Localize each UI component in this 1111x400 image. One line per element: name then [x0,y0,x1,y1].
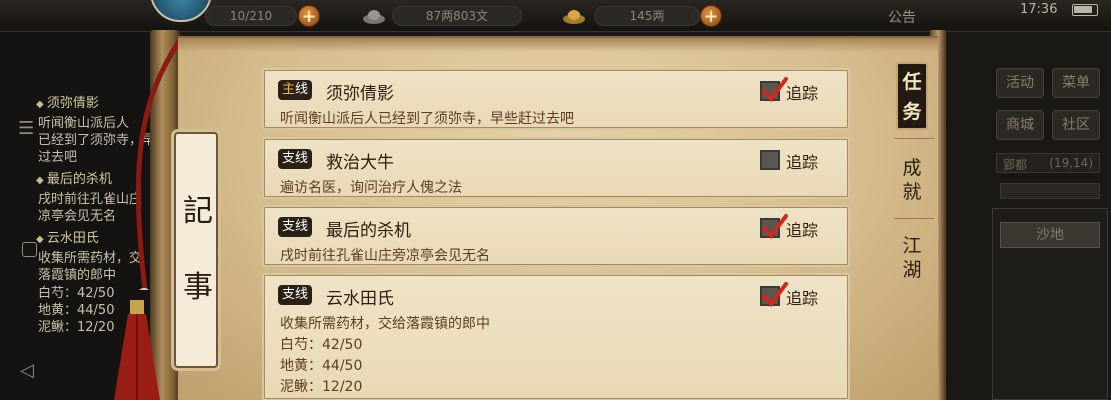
tassel-decoration [114,300,160,400]
badge-suffix: 线 [295,151,309,166]
quest-description: 收集所需药材，交给落霞镇的郎中 [280,316,490,332]
gold-ingot-icon [563,10,585,24]
shop-button[interactable]: 商城 [996,110,1044,140]
terrain-button[interactable]: 沙地 [1000,222,1100,248]
quest-description: 听闻衡山派后人已经到了须弥寺，早些赶过去吧 [280,111,574,127]
tab-divider [894,138,934,139]
home-nav-icon[interactable] [22,242,37,257]
silver-value: 145两 [629,9,665,23]
quest-item[interactable]: 支线 最后的杀机 戌时前往孔雀山庄旁凉亭会见无名 追踪 [262,205,850,267]
silver-counter: 145两 [594,6,700,26]
activity-button[interactable]: 活动 [996,68,1044,98]
tab-quests[interactable]: 任 务 [896,62,928,130]
badge-type: 支 [282,287,296,302]
menu-button[interactable]: 菜单 [1052,68,1100,98]
battery-icon [1072,4,1098,16]
tracker-line: 白芍：42/50 [38,286,115,301]
quest-item[interactable]: 支线 救治大牛 遍访名医，询问治疗人傀之法 追踪 [262,137,850,199]
tracker-line: 凉亭会见无名 [38,209,117,224]
badge-type: 支 [282,219,296,234]
side-quest-badge: 支线 [278,217,313,237]
badge-suffix: 线 [295,287,309,302]
track-toggle[interactable]: 追踪 [760,214,832,240]
track-label: 追踪 [786,221,819,240]
location-info: 郢都 (19,14) [996,153,1100,173]
tab-label-char: 就 [902,181,922,203]
tracker-line: 泥鳅：12/20 [38,320,115,335]
journal-title-char: 記 [183,194,213,229]
badge-type: 主 [282,82,296,97]
tracker-title-2: 最后的杀机 [36,172,112,189]
track-checkbox[interactable] [760,282,788,308]
quest-title: 最后的杀机 [326,221,411,241]
quest-description: 戌时前往孔雀山庄旁凉亭会见无名 [280,248,490,264]
tab-achievements[interactable]: 成 就 [890,156,934,204]
location-label: 郢都 [1003,158,1028,172]
track-label: 追踪 [786,84,819,103]
menu-icon[interactable]: ☰ [18,118,34,139]
tab-label-char: 湖 [902,259,922,281]
tracker-line: 落霞镇的郎中 [38,268,117,283]
track-toggle[interactable]: 追踪 [760,148,832,172]
tracker-line: 地黄：44/50 [38,303,115,318]
tracker-line: 过去吧 [38,150,78,165]
quest-list[interactable]: 主线 须弥倩影 听闻衡山派后人已经到了须弥寺，早些赶过去吧 追踪 支线 救治大牛… [262,66,852,400]
quest-material-progress: 泥鳅：12/20 [280,379,363,395]
badge-suffix: 线 [295,82,309,97]
community-button[interactable]: 社区 [1052,110,1100,140]
add-stamina-button[interactable]: + [298,5,320,27]
quest-material-progress: 地黄：44/50 [280,358,363,374]
tracker-line: 听闻衡山派后人 [38,116,130,131]
quest-item[interactable]: 支线 云水田氏 收集所需药材，交给落霞镇的郎中 白芍：42/50 地黄：44/5… [262,273,850,400]
track-checkbox[interactable] [760,77,788,103]
journal-title-plaque: 記 事 [174,132,218,368]
track-toggle[interactable]: 追踪 [760,282,832,308]
tab-world[interactable]: 江 湖 [890,234,934,282]
status-time: 17:36 [1020,2,1058,17]
tab-divider [894,218,934,219]
back-nav-icon[interactable]: ◁ [20,360,34,381]
track-label: 追踪 [786,153,819,172]
quest-material-progress: 白芍：42/50 [280,337,363,353]
journal-title-char: 事 [183,270,213,305]
copper-value: 87两803文 [425,9,489,23]
ingot-icon [363,10,385,24]
stamina-value: 10/210 [229,9,273,23]
side-quest-badge: 支线 [278,285,313,305]
location-coords: (19,14) [1049,156,1093,170]
badge-type: 支 [282,151,296,166]
tracker-title-3: 云水田氏 [36,231,99,248]
tab-label-char: 江 [902,235,922,257]
copper-counter: 87两803文 [392,6,522,26]
location-bar [1000,183,1100,199]
track-label: 追踪 [786,289,819,308]
quest-title: 云水田氏 [326,289,394,309]
stamina-counter: 10/210 [205,6,297,26]
journal-category-tabs: 任 务 成 就 江 湖 [880,48,942,400]
quest-item[interactable]: 主线 须弥倩影 听闻衡山派后人已经到了须弥寺，早些赶过去吧 追踪 [262,68,850,130]
badge-suffix: 线 [295,219,309,234]
tab-label-char: 务 [902,101,922,123]
track-checkbox[interactable] [760,150,780,170]
side-quest-badge: 支线 [278,149,313,169]
main-quest-badge: 主线 [278,80,313,100]
tab-label-char: 成 [902,157,922,179]
track-toggle[interactable]: 追踪 [760,77,832,103]
quest-title: 救治大牛 [326,153,394,173]
track-checkbox[interactable] [760,214,788,240]
announcement-button[interactable]: 公告 [888,7,916,27]
quest-title: 须弥倩影 [326,84,394,104]
add-silver-button[interactable]: + [700,5,722,27]
tracker-title-1: 须弥倩影 [36,96,99,113]
quest-description: 遍访名医，询问治疗人傀之法 [280,180,462,196]
tab-label-char: 任 [902,71,922,93]
